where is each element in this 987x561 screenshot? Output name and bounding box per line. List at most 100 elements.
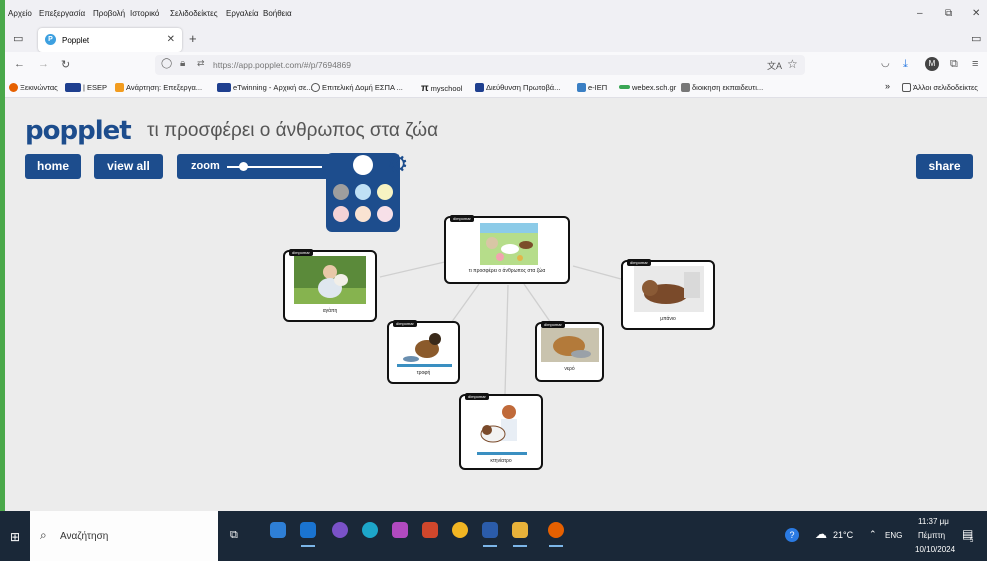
- tab-title: Popplet: [62, 36, 90, 45]
- page-title[interactable]: τι προσφέρει ο άνθρωπος στα ζώα: [147, 120, 438, 142]
- menu-file[interactable]: Αρχείο: [8, 9, 32, 18]
- tab-popplet[interactable]: P Popplet ✕: [38, 28, 182, 52]
- bookmark-item[interactable]: π myschool: [421, 83, 462, 94]
- extensions-icon[interactable]: ⧉: [950, 58, 958, 71]
- menu-help[interactable]: Βοήθεια: [263, 9, 292, 18]
- bookmark-item[interactable]: Ανάρτηση: Επεξεργα...: [115, 83, 202, 92]
- popple-vet[interactable]: dimpomar κτηνίατρο: [459, 393, 543, 470]
- author-tag: dimpomar: [393, 320, 417, 327]
- tab-overflow-icon[interactable]: ▭: [971, 32, 981, 45]
- forward-icon[interactable]: →: [38, 58, 49, 70]
- color-swatch-rose[interactable]: [377, 206, 393, 222]
- popple-food[interactable]: dimpomar τροφή: [387, 320, 460, 384]
- other-bookmarks[interactable]: Άλλοι σελιδοδείκτες: [902, 83, 978, 92]
- windows-start-icon[interactable]: ⊞: [10, 530, 20, 544]
- color-swatch-peach[interactable]: [355, 206, 371, 222]
- menu-tools[interactable]: Εργαλεία: [226, 9, 258, 18]
- translate-icon[interactable]: 文A: [767, 59, 782, 72]
- popple-divider: [477, 452, 527, 455]
- clock-time[interactable]: 11:37 μμ: [918, 517, 949, 526]
- tab-list-icon[interactable]: ▭: [13, 32, 23, 45]
- address-bar[interactable]: ◯ 🔒︎ ⇄ https://app.popplet.com/#/p/76948…: [155, 55, 805, 75]
- popplet-canvas[interactable]: popplet τι προσφέρει ο άνθρωπος στα ζώα …: [5, 98, 987, 511]
- restore-icon[interactable]: ⧉: [945, 8, 952, 19]
- share-button[interactable]: share: [916, 154, 973, 179]
- popple-love[interactable]: dimpomar αγάπη: [283, 249, 377, 322]
- star-icon[interactable]: ☆: [787, 57, 798, 71]
- bookmark-item[interactable]: Διεύθυνση Πρωτοβά...: [475, 83, 560, 92]
- popplet-logo[interactable]: popplet: [25, 116, 132, 146]
- connector-food: [450, 283, 480, 324]
- zoom-label: zoom: [191, 160, 220, 172]
- bookmark-item[interactable]: Επιτελική Δομή ΕΣΠΑ ...: [311, 83, 403, 92]
- shield-icon[interactable]: ◯: [161, 58, 172, 69]
- gear-icon[interactable]: ⚙: [387, 150, 409, 179]
- weather-temp[interactable]: 21°C: [833, 530, 853, 540]
- color-swatch-yellow[interactable]: [377, 184, 393, 200]
- file-explorer-icon[interactable]: [512, 522, 528, 538]
- bookmark-item[interactable]: διοικηση εκπαιδευτι...: [681, 83, 763, 92]
- close-window-icon[interactable]: ✕: [972, 8, 980, 19]
- minimize-icon[interactable]: –: [917, 8, 923, 19]
- bookmark-item[interactable]: webex.sch.gr: [619, 83, 676, 92]
- word-icon[interactable]: [482, 522, 498, 538]
- bookmark-item[interactable]: e-IEП: [577, 83, 607, 92]
- task-view-icon[interactable]: ⧉: [230, 529, 238, 542]
- lock-icon[interactable]: 🔒︎: [180, 58, 185, 69]
- zoom-slider-handle[interactable]: [239, 162, 248, 171]
- search-placeholder: Αναζήτηση: [60, 531, 109, 542]
- url-text[interactable]: https://app.popplet.com/#/p/7694869: [213, 60, 351, 70]
- farm-animals-image: [480, 223, 538, 265]
- color-swatch-gray[interactable]: [333, 184, 349, 200]
- bookmark-item[interactable]: Ξεκινώντας: [9, 83, 58, 92]
- ministry-icon: [475, 83, 484, 92]
- taskbar-search[interactable]: ⌕ Αναζήτηση: [30, 511, 218, 561]
- bookmarks-overflow-icon[interactable]: »: [885, 81, 890, 91]
- color-swatch-blue[interactable]: [355, 184, 371, 200]
- connector-right: [572, 265, 622, 280]
- popple-caption: αγάπη: [322, 308, 338, 314]
- menu-edit[interactable]: Επεξεργασία: [39, 9, 85, 18]
- view-all-button[interactable]: view all: [94, 154, 163, 179]
- popple-bath[interactable]: dimpomar μπάνιο: [621, 259, 715, 330]
- popple-center[interactable]: dimpomar τι προσφέρει ο άνθρωπος στα ζώα: [444, 215, 570, 284]
- browser-window: Αρχείο Επεξεργασία Προβολή Ιστορικό Σελι…: [5, 0, 987, 561]
- account-icon[interactable]: M: [925, 57, 939, 71]
- bookmark-item[interactable]: eTwinning - Αρχική σε...: [217, 83, 313, 92]
- help-icon[interactable]: ?: [785, 528, 799, 542]
- color-swatch-pink[interactable]: [333, 206, 349, 222]
- reload-icon[interactable]: ↻: [61, 58, 70, 71]
- tray-chevron-icon[interactable]: ⌃: [869, 529, 877, 540]
- weather-icon[interactable]: ☁: [815, 527, 827, 541]
- mail-icon[interactable]: [300, 522, 316, 538]
- popple-caption: κτηνίατρο: [490, 458, 512, 464]
- download-icon[interactable]: ⤓: [903, 58, 908, 71]
- running-indicator: [483, 545, 497, 547]
- blogger-icon: [115, 83, 124, 92]
- back-icon[interactable]: ←: [14, 58, 25, 70]
- tab-close-icon[interactable]: ✕: [167, 34, 175, 45]
- language-indicator[interactable]: ENG: [885, 531, 902, 540]
- firefox-icon[interactable]: [548, 522, 564, 538]
- home-button[interactable]: home: [25, 154, 81, 179]
- clock-date[interactable]: 10/10/2024: [915, 545, 955, 554]
- bookmark-item[interactable]: | ESEP: [65, 83, 107, 92]
- chrome-icon[interactable]: [452, 522, 468, 538]
- teams-icon[interactable]: [270, 522, 286, 538]
- connector-water: [523, 283, 552, 324]
- menu-bookmarks[interactable]: Σελιδοδείκτες: [170, 9, 218, 18]
- menu-view[interactable]: Προβολή: [93, 9, 125, 18]
- powerpoint-icon[interactable]: [422, 522, 438, 538]
- author-tag: dimpomar: [627, 259, 651, 266]
- menu-icon[interactable]: ≡: [972, 58, 978, 70]
- clock-day[interactable]: Πέμπτη: [918, 531, 945, 540]
- menu-history[interactable]: Ιστορικό: [130, 9, 159, 18]
- new-tab-button[interactable]: +: [189, 31, 197, 46]
- viber-icon[interactable]: [332, 522, 348, 538]
- edge-icon[interactable]: [362, 522, 378, 538]
- permissions-icon[interactable]: ⇄: [197, 58, 205, 69]
- popple-water[interactable]: dimpomar νερό: [535, 321, 604, 382]
- color-swatch-selected[interactable]: [353, 155, 373, 175]
- pocket-icon[interactable]: ◡: [881, 58, 890, 69]
- app-icon[interactable]: [392, 522, 408, 538]
